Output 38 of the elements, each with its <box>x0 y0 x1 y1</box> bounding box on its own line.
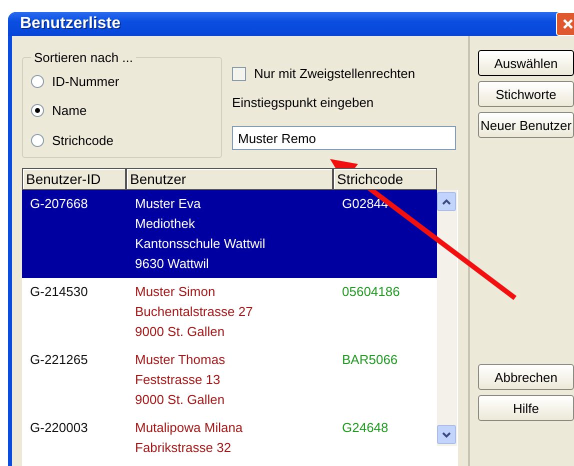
table-cell-text: 05604186 <box>341 283 401 301</box>
field-label: Einstiegspunkt eingeben <box>232 95 375 110</box>
scrollbar[interactable] <box>437 190 457 446</box>
column-header[interactable]: Strichcode <box>333 168 437 190</box>
table-cell-text: BAR5066 <box>341 351 399 369</box>
chevron-down-icon <box>442 432 451 438</box>
chevron-up-icon <box>442 198 451 204</box>
radio-button[interactable] <box>31 75 44 88</box>
radio-option[interactable]: ID-Nummer <box>31 74 213 90</box>
close-icon <box>562 18 574 30</box>
radio-button[interactable] <box>31 104 44 118</box>
radio-option[interactable]: Name <box>31 103 213 118</box>
table-cell-text: Muster Thomas Feststrasse 13 9000 St. Gallen <box>134 351 226 409</box>
table-cell-text: G24648 <box>341 419 390 437</box>
table-cell-text: Mutalipowa Milana Fabrikstrasse 32 <box>134 419 244 457</box>
radio-option[interactable]: Strichcode <box>31 132 213 148</box>
column-header[interactable]: Benutzer <box>126 168 333 190</box>
dialog-button[interactable]: Stichworte <box>478 81 574 107</box>
radio-button[interactable] <box>31 134 44 147</box>
close-button[interactable] <box>556 12 574 36</box>
scroll-down-button[interactable] <box>437 425 456 444</box>
checkbox[interactable] <box>232 66 246 80</box>
dialog-button[interactable]: Neuer Benutzer <box>478 112 574 138</box>
table-cell-text: Muster Eva Mediothek Kantonsschule Wattwil 9630 Wattwil <box>134 195 266 273</box>
table-cell-text: G-220003 <box>29 419 89 437</box>
column-header[interactable]: Benutzer-ID <box>22 168 126 190</box>
input-field[interactable]: Muster Remo <box>232 126 456 150</box>
dialog-button[interactable]: Abbrechen <box>478 364 574 390</box>
table-cell-text: G-207668 <box>29 195 89 213</box>
table-cell-text: Muster Simon Buchentalstrasse 27 9000 St. Gallen <box>134 283 254 341</box>
checkbox-option[interactable]: Nur mit Zweigstellenrechten <box>232 66 456 81</box>
dialog-button[interactable]: Auswählen <box>478 50 574 76</box>
scroll-up-button[interactable] <box>437 192 456 211</box>
table-cell-text: G-221265 <box>29 351 89 369</box>
window-title: Benutzerliste <box>20 15 120 33</box>
dialog-button[interactable]: Hilfe <box>478 395 574 421</box>
group-title: Sortieren nach ... <box>33 50 134 65</box>
table-cell-text: G-214530 <box>29 283 89 301</box>
